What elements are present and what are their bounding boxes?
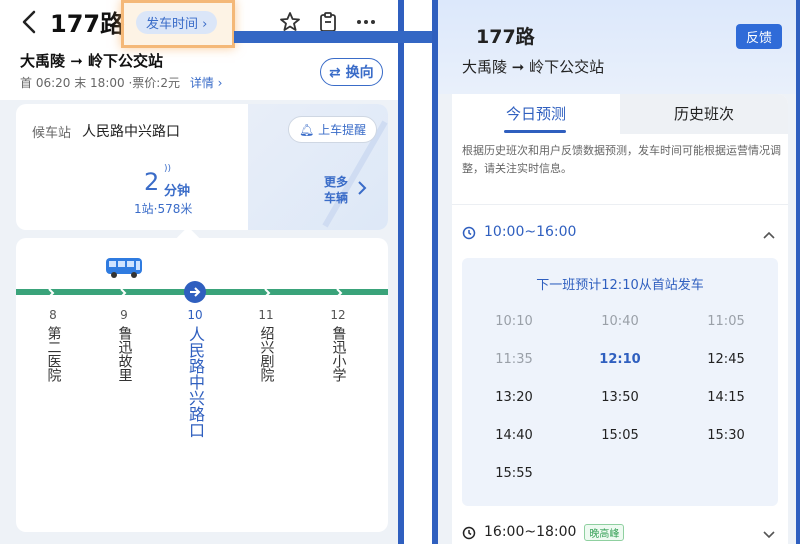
route-from: 大禹陵 <box>462 58 508 76</box>
stop-name: 第二医院 <box>45 326 62 382</box>
eta-unit: 分钟 <box>164 184 191 199</box>
stop-item[interactable]: 11 绍兴剧院 <box>254 308 278 382</box>
depart-time-label: 发车时间 <box>146 17 199 32</box>
departure-schedule: 下一班预计12:10从首站发车 10:10 10:40 11:05 11:35 … <box>462 258 778 506</box>
arrow-right-circle-icon <box>184 281 206 303</box>
more-buses-link[interactable]: 更多 车辆 <box>324 174 348 206</box>
route-direction: 大禹陵 ➞ 岭下公交站 <box>462 56 604 77</box>
clock-icon <box>462 225 476 240</box>
departure-time: 10:10 <box>495 314 533 329</box>
departure-time-screen: 177路 大禹陵 ➞ 岭下公交站 反馈 今日预测 历史班次 根据历史班次和用户反… <box>432 0 800 544</box>
departure-time: 15:05 <box>601 428 639 443</box>
signal-icon: )) <box>164 164 172 174</box>
direction-arrow-icon: ➞ <box>511 58 530 76</box>
divider <box>452 204 788 205</box>
stop-item[interactable]: 8 第二医院 <box>41 308 65 382</box>
eta-minutes: 2 <box>144 168 160 196</box>
departure-time: 10:40 <box>601 314 639 329</box>
route-to: 岭下公交站 <box>529 58 605 76</box>
route-info: 首 06:20 末 18:00 ·票价:2元 详情 › <box>20 74 222 91</box>
departure-time: 11:35 <box>495 352 533 367</box>
stop-item[interactable]: 9 鲁迅故里 <box>112 308 136 382</box>
period-label: 10:00~16:00 <box>484 224 577 240</box>
route-title: 177路 <box>50 10 125 38</box>
track-chevron-icon <box>334 285 344 299</box>
schedule-header: 177路 大禹陵 ➞ 岭下公交站 反馈 <box>438 0 796 94</box>
depart-time-button[interactable]: 发车时间 › <box>136 11 218 34</box>
route-direction: 大禹陵 ➞ 岭下公交站 <box>20 50 163 71</box>
departure-time: 11:05 <box>707 314 745 329</box>
screenshot-root: 177路 发车时间 › 大禹陵 ➞ 岭下公交站 首 06:20 末 18:00 … <box>0 0 800 544</box>
eta-distance: 1站·578米 <box>134 202 193 216</box>
chevron-right-icon <box>356 180 368 196</box>
clock-icon <box>462 525 476 540</box>
track-chevron-icon <box>262 285 272 299</box>
departure-time: 13:20 <box>495 390 533 405</box>
waiting-stop-card: 候车站 人民路中兴路口 🔔︎ 上车提醒 )) 2 分钟 1站·578米 更多 车… <box>16 104 388 230</box>
period-header[interactable]: 10:00~16:00 <box>462 222 576 242</box>
stop-name: 绍兴剧院 <box>258 326 275 382</box>
departure-time: 15:55 <box>495 466 533 481</box>
first-bus: 首 06:20 <box>20 76 71 90</box>
departure-time: 14:40 <box>495 428 533 443</box>
track-chevron-icon <box>118 285 128 299</box>
wait-stop-name[interactable]: 人民路中兴路口 <box>82 121 180 141</box>
peak-badge: 晚高峰 <box>584 523 625 541</box>
swap-arrows-icon: ⇄ <box>329 65 341 81</box>
back-chevron-icon[interactable] <box>18 6 42 38</box>
stop-name: 人民路中兴路口 <box>186 326 205 438</box>
direction-arrow-icon: ➞ <box>70 52 89 70</box>
period-header[interactable]: 16:00~18:00 晚高峰 <box>462 522 625 542</box>
tab-underline <box>504 130 566 133</box>
route-detail-screen: 177路 发车时间 › 大禹陵 ➞ 岭下公交站 首 06:20 末 18:00 … <box>0 0 404 544</box>
stop-item[interactable]: 12 鲁迅小学 <box>326 308 350 382</box>
period-label: 16:00~18:00 <box>484 524 577 540</box>
track-chevron-icon <box>46 285 56 299</box>
bell-icon: 🔔︎ <box>299 123 315 137</box>
boarding-reminder-button[interactable]: 🔔︎ 上车提醒 <box>288 116 378 143</box>
stop-name: 鲁迅小学 <box>330 326 347 382</box>
fare: 票价:2元 <box>132 76 180 90</box>
stop-name: 鲁迅故里 <box>116 326 133 382</box>
schedule-card: 今日预测 历史班次 根据历史班次和用户反馈数据预测，发车时间可能根据运营情况调整… <box>452 94 788 544</box>
stop-item-current[interactable]: 10 人民路中兴路口 <box>183 308 207 438</box>
chevron-down-icon[interactable] <box>762 526 776 539</box>
departure-time: 14:15 <box>707 390 745 405</box>
bus-icon[interactable] <box>104 256 144 280</box>
route-title: 177路 <box>476 26 535 48</box>
wait-label: 候车站 <box>32 126 72 141</box>
chevron-up-icon[interactable] <box>762 226 776 239</box>
tab-history[interactable]: 历史班次 <box>620 94 788 134</box>
departure-time: 13:50 <box>601 390 639 405</box>
detail-link[interactable]: 详情 › <box>190 76 223 90</box>
departure-time: 15:30 <box>707 428 745 443</box>
route-to: 岭下公交站 <box>88 52 164 70</box>
departure-time-next: 12:10 <box>599 352 641 367</box>
last-bus: 末 18:00 <box>74 76 125 90</box>
swap-label: 换向 <box>345 65 374 81</box>
route-from: 大禹陵 <box>20 52 66 70</box>
forecast-note: 根据历史班次和用户反馈数据预测，发车时间可能根据运营情况调整，请关注实时信息。 <box>462 144 781 175</box>
swap-direction-button[interactable]: ⇄ 换向 <box>320 58 383 86</box>
tab-today-forecast[interactable]: 今日预测 <box>452 94 620 134</box>
feedback-button[interactable]: 反馈 <box>736 24 783 49</box>
departure-time: 12:45 <box>707 352 745 367</box>
remind-label: 上车提醒 <box>318 123 367 137</box>
chevron-right-icon: › <box>202 17 208 32</box>
next-departure: 下一班预计12:10从首站发车 <box>536 278 704 293</box>
depart-time-highlight: 发车时间 › <box>121 0 235 48</box>
